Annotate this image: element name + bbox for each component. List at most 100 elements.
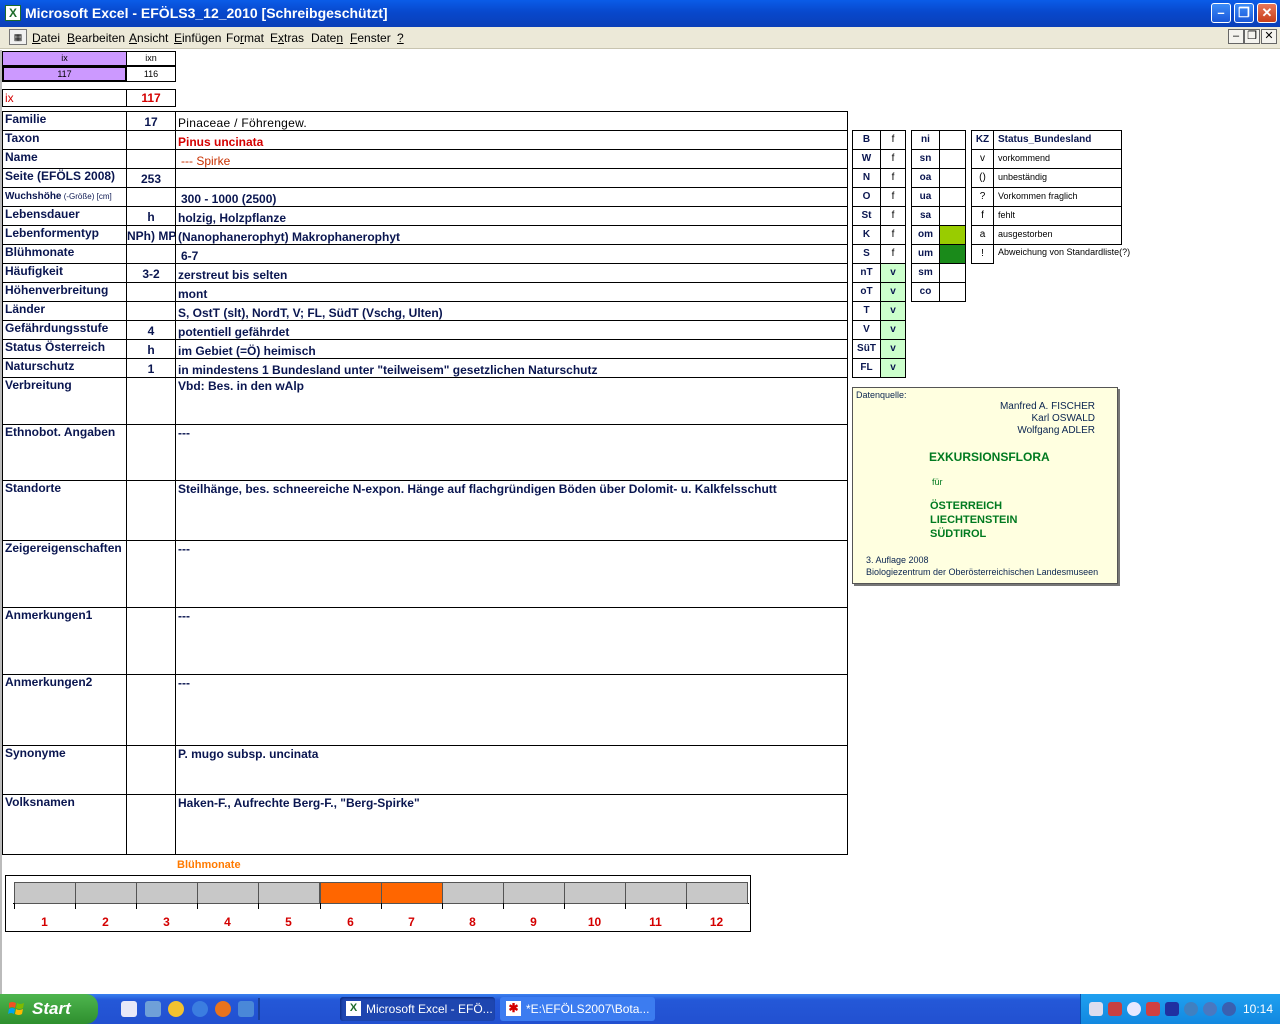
state-status-o[interactable]: f: [880, 187, 906, 207]
zone-code-ua[interactable]: ua: [911, 187, 940, 207]
row-value-17[interactable]: ---: [175, 540, 848, 608]
row-code-20[interactable]: [126, 745, 176, 795]
row-value-11[interactable]: potentiell gefährdet: [175, 320, 848, 340]
state-code-v[interactable]: V: [852, 320, 881, 340]
row-value-14[interactable]: Vbd: Bes. in den wAlp: [175, 377, 848, 425]
firefox-icon[interactable]: [215, 1001, 231, 1017]
menu-daten[interactable]: Daten: [311, 31, 343, 45]
ixn-value-cell[interactable]: 116: [126, 66, 176, 82]
row-value-18[interactable]: ---: [175, 607, 848, 675]
update-icon[interactable]: [1222, 1002, 1236, 1016]
menu-format[interactable]: Format: [226, 31, 264, 45]
row-code-16[interactable]: [126, 480, 176, 541]
row-code-7[interactable]: [126, 244, 176, 264]
state-status-nt[interactable]: v: [880, 263, 906, 283]
row-code-14[interactable]: [126, 377, 176, 425]
state-code-o[interactable]: O: [852, 187, 881, 207]
start-button[interactable]: Start: [0, 994, 98, 1024]
row-code-6[interactable]: NPh) MPh: [126, 225, 176, 245]
minimize-button[interactable]: –: [1211, 3, 1231, 23]
menu-bearbeiten[interactable]: Bearbeiten: [67, 31, 125, 45]
row-code-13[interactable]: 1: [126, 358, 176, 378]
media-icon[interactable]: [168, 1001, 184, 1017]
state-code-nt[interactable]: nT: [852, 263, 881, 283]
row-value-5[interactable]: holzig, Holzpflanze: [175, 206, 848, 226]
state-code-k[interactable]: K: [852, 225, 881, 245]
row-code-8[interactable]: 3-2: [126, 263, 176, 283]
row-code-15[interactable]: [126, 424, 176, 481]
row-value-0[interactable]: Pinaceae / Föhrengew.: [175, 111, 848, 131]
state-code-st[interactable]: St: [852, 206, 881, 226]
internet-explorer-icon[interactable]: [192, 1001, 208, 1017]
row-code-0[interactable]: 17: [126, 111, 176, 131]
zone-code-sa[interactable]: sa: [911, 206, 940, 226]
row-code-3[interactable]: 253: [126, 168, 176, 188]
zone-color-sa[interactable]: [939, 206, 966, 226]
state-status-w[interactable]: f: [880, 149, 906, 169]
row-code-18[interactable]: [126, 607, 176, 675]
menu-help[interactable]: ?: [397, 31, 404, 45]
row-code-21[interactable]: [126, 794, 176, 855]
row-code-4[interactable]: [126, 187, 176, 207]
row-code-2[interactable]: [126, 149, 176, 169]
row-code-11[interactable]: 4: [126, 320, 176, 340]
state-code-b[interactable]: B: [852, 130, 881, 150]
close-button[interactable]: ✕: [1257, 3, 1277, 23]
menu-einfügen[interactable]: Einfügen: [174, 31, 221, 45]
zone-color-sn[interactable]: [939, 149, 966, 169]
state-code-w[interactable]: W: [852, 149, 881, 169]
state-code-fl[interactable]: FL: [852, 358, 881, 378]
row-code-17[interactable]: [126, 540, 176, 608]
row-value-9[interactable]: mont: [175, 282, 848, 302]
excel-app-icon[interactable]: X: [5, 5, 21, 21]
doc-close-button[interactable]: ✕: [1261, 29, 1277, 44]
workbook-icon[interactable]: ▦: [9, 29, 27, 45]
clock[interactable]: 10:14: [1243, 1002, 1273, 1016]
state-status-süt[interactable]: v: [880, 339, 906, 359]
state-status-st[interactable]: f: [880, 206, 906, 226]
task-document[interactable]: ✱ *E:\EFÖLS2007\Bota...: [500, 997, 655, 1021]
ix-value-cell[interactable]: 117: [2, 66, 127, 82]
zone-color-um[interactable]: [939, 244, 966, 264]
restore-button[interactable]: ❐: [1234, 3, 1254, 23]
row-value-21[interactable]: Haken-F., Aufrechte Berg-F., "Berg-Spirk…: [175, 794, 848, 855]
row-code-12[interactable]: h: [126, 339, 176, 359]
shield-icon[interactable]: [1165, 1002, 1179, 1016]
zone-code-ni[interactable]: ni: [911, 130, 940, 150]
row-value-20[interactable]: P. mugo subsp. uncinata: [175, 745, 848, 795]
menu-fenster[interactable]: Fenster: [350, 31, 391, 45]
state-code-t[interactable]: T: [852, 301, 881, 321]
task-excel[interactable]: X Microsoft Excel - EFÖ...: [340, 997, 495, 1021]
security-icon[interactable]: [1108, 1002, 1122, 1016]
zone-code-oa[interactable]: oa: [911, 168, 940, 188]
row-value-1[interactable]: Pinus uncinata: [175, 130, 848, 150]
row-value-15[interactable]: ---: [175, 424, 848, 481]
state-status-s[interactable]: f: [880, 244, 906, 264]
network-icon[interactable]: [1089, 1002, 1103, 1016]
state-status-t[interactable]: v: [880, 301, 906, 321]
row-value-16[interactable]: Steilhänge, bes. schneereiche N-expon. H…: [175, 480, 848, 541]
row-value-8[interactable]: zerstreut bis selten: [175, 263, 848, 283]
row-code-9[interactable]: [126, 282, 176, 302]
row-code-10[interactable]: [126, 301, 176, 321]
menu-datei[interactable]: Datei: [32, 31, 60, 45]
row-value-13[interactable]: in mindestens 1 Bundesland unter "teilwe…: [175, 358, 848, 378]
zone-color-sm[interactable]: [939, 263, 966, 283]
state-code-süt[interactable]: SüT: [852, 339, 881, 359]
row-code-1[interactable]: [126, 130, 176, 150]
doc-restore-button[interactable]: ❐: [1244, 29, 1260, 44]
zone-color-ni[interactable]: [939, 130, 966, 150]
outlook-icon[interactable]: [238, 1001, 254, 1017]
zone-color-oa[interactable]: [939, 168, 966, 188]
search-icon[interactable]: [1127, 1002, 1141, 1016]
menu-extras[interactable]: Extras: [270, 31, 304, 45]
state-status-ot[interactable]: v: [880, 282, 906, 302]
menu-ansicht[interactable]: Ansicht: [129, 31, 168, 45]
row-value-2[interactable]: --- Spirke: [175, 149, 848, 169]
antivirus-icon[interactable]: [1146, 1002, 1160, 1016]
zone-color-ua[interactable]: [939, 187, 966, 207]
row-value-6[interactable]: (Nanophanerophyt) Makrophanerophyt: [175, 225, 848, 245]
ix-value[interactable]: 117: [126, 89, 176, 107]
zone-code-um[interactable]: um: [911, 244, 940, 264]
desktop-icon[interactable]: [121, 1001, 137, 1017]
